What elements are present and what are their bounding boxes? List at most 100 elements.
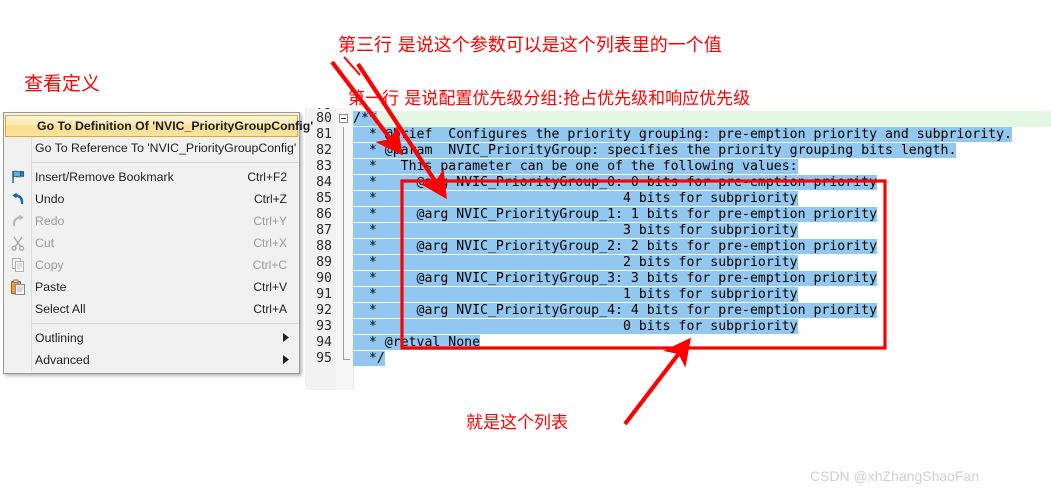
line-number: 87 [316, 223, 332, 238]
menu-item-label: Undo [35, 192, 65, 206]
line-number: 95 [316, 351, 332, 366]
code-editor[interactable]: 7980818283848586878889909192939495 /** *… [305, 108, 1051, 390]
menu-item-go-to-definition-of-nvic-prioritygroupconfig[interactable]: Go To Definition Of 'NVIC_PriorityGroupC… [5, 115, 313, 137]
fold-guide-line [343, 191, 344, 207]
redo-arrow-icon [4, 210, 31, 232]
menu-item-shortcut: Ctrl+C [252, 258, 287, 272]
menu-item-shortcut: Ctrl+X [253, 236, 287, 250]
code-line[interactable]: * 4 bits for subpriority [353, 191, 1051, 207]
line-number: 80 [316, 111, 332, 126]
line-number: 89 [316, 255, 332, 270]
annotation-line3-note: 第三行 是说这个参数可以是这个列表里的一个值 [338, 35, 722, 56]
line-number: 86 [316, 207, 332, 222]
menu-item-icon-slot [4, 327, 31, 349]
code-line-text: * @arg NVIC_PriorityGroup_3: 3 bits for … [353, 271, 878, 286]
menu-item-copy: Copy Ctrl+C [4, 254, 299, 276]
line-number: 82 [316, 143, 332, 158]
fold-guide-line [343, 175, 344, 191]
line-number: 92 [316, 303, 332, 318]
fold-guide-line [343, 159, 344, 175]
fold-guide-line [343, 335, 344, 351]
menu-item-list[interactable]: Go To Definition Of 'NVIC_PriorityGroupC… [4, 115, 313, 371]
code-line[interactable]: * @brief Configures the priority groupin… [353, 127, 1051, 143]
code-line-text: * This parameter can be one of the follo… [353, 159, 798, 174]
line-number: 91 [316, 287, 332, 302]
context-menu[interactable]: Go To Definition Of 'NVIC_PriorityGroupC… [3, 112, 313, 374]
fold-guide-line [343, 239, 344, 255]
menu-item-icon-slot [6, 116, 33, 136]
bookmark-flag-icon [4, 166, 31, 188]
line-number: 88 [316, 239, 332, 254]
menu-item-undo[interactable]: Undo Ctrl+Z [4, 188, 299, 210]
menu-item-label: Go To Reference To 'NVIC_PriorityGroupCo… [35, 141, 297, 155]
code-text-area[interactable]: /** * @brief Configures the priority gro… [353, 108, 1051, 390]
code-line-text: * 3 bits for subpriority [353, 223, 798, 238]
menu-item-label: Select All [35, 302, 86, 316]
code-line[interactable]: * @arg NVIC_PriorityGroup_2: 2 bits for … [353, 239, 1051, 255]
code-line[interactable]: * This parameter can be one of the follo… [353, 159, 1051, 175]
menu-item-label: Copy [35, 258, 64, 272]
menu-item-insert-remove-bookmark[interactable]: Insert/Remove Bookmark Ctrl+F2 [4, 166, 299, 188]
menu-item-go-to-reference-to-nvic-prioritygroupconfig[interactable]: Go To Reference To 'NVIC_PriorityGroupCo… [4, 137, 299, 159]
line-number: 93 [316, 319, 332, 334]
menu-item-outlining[interactable]: Outlining [4, 327, 299, 349]
fold-guide-line [343, 207, 344, 223]
menu-item-advanced[interactable]: Advanced [4, 349, 299, 371]
code-line[interactable]: /** [353, 111, 1051, 127]
code-line[interactable]: * 2 bits for subpriority [353, 255, 1051, 271]
code-line[interactable]: * @arg NVIC_PriorityGroup_1: 1 bits for … [353, 207, 1051, 223]
menu-item-icon-slot [4, 298, 31, 320]
fold-guide-line [343, 255, 344, 271]
menu-separator [31, 162, 299, 163]
line-number: 81 [316, 127, 332, 142]
code-line[interactable]: * @arg NVIC_PriorityGroup_0: 0 bits for … [353, 175, 1051, 191]
undo-arrow-icon [4, 188, 31, 210]
menu-item-select-all[interactable]: Select All Ctrl+A [4, 298, 299, 320]
code-line-text: * @arg NVIC_PriorityGroup_2: 2 bits for … [353, 239, 878, 254]
fold-guide-line [343, 223, 344, 239]
scissors-icon [4, 232, 31, 254]
fold-guide-line [343, 319, 344, 335]
menu-item-icon-slot [4, 137, 31, 159]
code-line-text: * @param NVIC_PriorityGroup: specifies t… [353, 143, 957, 158]
code-line-text: * @arg NVIC_PriorityGroup_1: 1 bits for … [353, 207, 878, 222]
fold-end-marker [343, 359, 350, 360]
code-line[interactable]: * @retval None [353, 335, 1051, 351]
code-line[interactable]: * @arg NVIC_PriorityGroup_4: 4 bits for … [353, 303, 1051, 319]
menu-item-label: Advanced [35, 353, 90, 367]
fold-collapse-icon[interactable] [339, 114, 348, 123]
code-line[interactable]: * 3 bits for subpriority [353, 223, 1051, 239]
menu-item-label: Paste [35, 280, 67, 294]
code-line-text: * @brief Configures the priority groupin… [353, 127, 1012, 142]
line-number-gutter: 7980818283848586878889909192939495 [305, 108, 336, 390]
fold-guide-line [343, 271, 344, 287]
code-line-text: * 1 bits for subpriority [353, 287, 798, 302]
line-number: 90 [316, 271, 332, 286]
code-line[interactable]: * @param NVIC_PriorityGroup: specifies t… [353, 143, 1051, 159]
code-folding-column[interactable] [336, 108, 354, 390]
line-number: 94 [316, 335, 332, 350]
copy-pages-icon [4, 254, 31, 276]
menu-item-shortcut: Ctrl+Y [253, 214, 287, 228]
annotation-list-note: 就是这个列表 [466, 413, 568, 433]
menu-separator [31, 323, 299, 324]
clipboard-paste-icon [4, 276, 31, 298]
menu-item-label: Cut [35, 236, 55, 250]
code-line[interactable]: * @arg NVIC_PriorityGroup_3: 3 bits for … [353, 271, 1051, 287]
code-line[interactable]: * 1 bits for subpriority [353, 287, 1051, 303]
menu-item-shortcut: Ctrl+Z [254, 192, 287, 206]
menu-item-label: Outlining [35, 331, 84, 345]
submenu-arrow-icon [283, 354, 299, 366]
code-line-text: * @retval None [353, 335, 481, 350]
fold-guide-line [343, 351, 344, 359]
code-line-text: * @arg NVIC_PriorityGroup_4: 4 bits for … [353, 303, 878, 318]
line-number: 85 [316, 191, 332, 206]
fold-guide-line [343, 287, 344, 303]
code-line[interactable]: * 0 bits for subpriority [353, 319, 1051, 335]
menu-item-label: Go To Definition Of 'NVIC_PriorityGroupC… [37, 119, 314, 133]
code-line[interactable]: */ [353, 351, 1051, 367]
menu-item-shortcut: Ctrl+V [253, 280, 287, 294]
annotation-view-definition: 查看定义 [24, 73, 101, 95]
code-line-text: * 4 bits for subpriority [353, 191, 798, 206]
menu-item-paste[interactable]: Paste Ctrl+V [4, 276, 299, 298]
